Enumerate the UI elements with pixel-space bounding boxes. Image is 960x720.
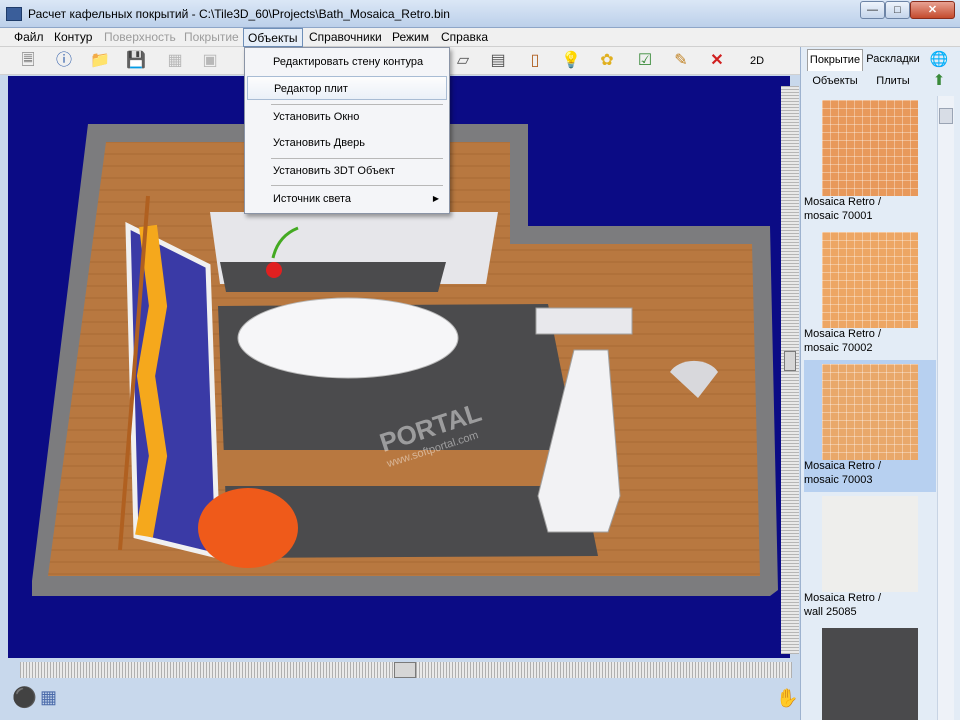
calculate-icon[interactable]: ✎ (670, 50, 692, 72)
menu-bar: Файл Контур Поверхность Покрытие Объекты… (0, 28, 960, 47)
up-arrow-icon[interactable]: ⬆ (927, 71, 951, 91)
tile-label: Mosaica Retro / mosaic 70003 (804, 459, 936, 487)
tile-label: Mosaica Retro / mosaic 70002 (804, 327, 936, 355)
radiator (535, 307, 633, 335)
tile-list: Mosaica Retro / mosaic 70001 Mosaica Retr… (804, 96, 936, 720)
status-bar: ⚫ ▦ ✋ (0, 680, 800, 720)
light-bulb-icon[interactable]: 💡 (560, 50, 582, 72)
vertical-scroll-thumb[interactable] (784, 351, 796, 371)
tile-label: Mosaica Retro / mosaic 70001 (804, 195, 936, 223)
pouf (198, 488, 298, 568)
menu-mode[interactable]: Режим (392, 30, 429, 44)
back-shelf (220, 262, 446, 292)
3d-mode-icon[interactable]: ⚫ (12, 686, 37, 710)
tile-swatch (822, 100, 918, 196)
tile-swatch (822, 628, 918, 720)
tile-collection: Mosaica Retro / (804, 592, 882, 604)
open-folder-icon[interactable]: 📁 (89, 50, 111, 72)
menu-set-door-label: Установить Дверь (273, 137, 365, 149)
tile-list-scrollbar[interactable] (937, 96, 954, 720)
tile-collection: Mosaica Retro / (804, 196, 882, 208)
tile-collection: Mosaica Retro / (804, 460, 882, 472)
light-edit-icon[interactable]: ✿ (596, 50, 618, 72)
checklist-icon[interactable]: ☑ (634, 50, 656, 72)
app-icon (6, 7, 22, 21)
tile-code: mosaic 70001 (804, 210, 873, 222)
menu-help[interactable]: Справка (441, 30, 488, 44)
vase (266, 262, 282, 278)
tile-card[interactable]: Mosaica Retro / mosaic 70002 (804, 228, 936, 360)
menu-covering[interactable]: Покрытие (184, 30, 239, 44)
info-icon[interactable]: ⓘ (53, 50, 75, 72)
menu-set-window[interactable]: Установить Окно (247, 105, 447, 129)
menu-edit-contour-wall-label: Редактировать стену контура (273, 56, 424, 68)
tab-covering[interactable]: Покрытие (807, 49, 863, 71)
maximize-button[interactable]: □ (885, 1, 910, 19)
menu-references[interactable]: Справочники (309, 30, 382, 44)
minimize-button[interactable]: — (860, 1, 885, 19)
picture-icon[interactable]: ▣ (199, 50, 221, 72)
grid-mode-icon[interactable]: ▦ (40, 686, 62, 708)
horizontal-scroll-thumb[interactable] (394, 662, 416, 678)
tile-card[interactable]: Mosaica Retro / mosaic 70001 (804, 96, 936, 228)
new-document-icon[interactable]: 🗏 (17, 50, 39, 72)
subtab-objects[interactable]: Объекты (807, 73, 863, 91)
menu-light-source[interactable]: Источник света ▶ (247, 187, 447, 211)
delete-icon[interactable]: ✕ (706, 50, 728, 72)
menu-set-3dt-object[interactable]: Установить 3DT Объект (247, 159, 447, 183)
view-2d-button[interactable]: 2D (744, 50, 770, 72)
tile-collection: Mosaica Retro / (804, 328, 882, 340)
grid-icon[interactable]: ▦ (164, 50, 186, 72)
save-icon[interactable]: 💾 (125, 50, 147, 72)
pan-hand-icon[interactable]: ✋ (776, 686, 798, 710)
menu-set-3dt-object-label: Установить 3DT Объект (273, 165, 395, 177)
tile-list-scroll-thumb[interactable] (939, 108, 953, 124)
tile-swatch (822, 232, 918, 328)
menu-set-door[interactable]: Установить Дверь (247, 131, 447, 155)
menu-tile-editor[interactable]: Редактор плит (247, 76, 447, 100)
close-button[interactable]: ✕ (910, 1, 955, 19)
menu-set-window-label: Установить Окно (273, 111, 360, 123)
menu-edit-contour-wall[interactable]: Редактировать стену контура (247, 50, 447, 74)
menu-tile-editor-label: Редактор плит (274, 83, 348, 95)
menu-surface[interactable]: Поверхность (104, 30, 176, 44)
globe-icon[interactable]: 🌐 (927, 50, 951, 70)
menu-contour[interactable]: Контур (54, 30, 92, 44)
window-title: Расчет кафельных покрытий - C:\Tile3D_60… (28, 7, 450, 21)
tile-code: mosaic 70002 (804, 342, 873, 354)
vertical-scrollbar[interactable] (781, 86, 799, 654)
menu-separator (271, 185, 443, 186)
objects-dropdown-menu: Редактировать стену контура Редактор пли… (244, 47, 450, 214)
tile-code: wall 25085 (804, 606, 857, 618)
menu-light-source-label: Источник света (273, 193, 352, 205)
tile-code: mosaic 70003 (804, 474, 873, 486)
panel-icon[interactable]: ▯ (524, 50, 546, 72)
title-bar: Расчет кафельных покрытий - C:\Tile3D_60… (0, 0, 960, 28)
tile-card[interactable]: Mosaica Retro / wall 25085 (804, 492, 936, 624)
tab-layouts[interactable]: Раскладки (864, 49, 922, 71)
tile-swatch (822, 364, 918, 460)
submenu-arrow-icon: ▶ (432, 194, 439, 203)
door-icon[interactable]: ▱ (452, 50, 474, 72)
tile-label: Mosaica Retro / wall 25085 (804, 591, 936, 619)
tile-card[interactable]: Mosaica Retro / mosaic 70003 (804, 360, 936, 492)
tile-card[interactable] (804, 624, 936, 720)
tile-swatch (822, 496, 918, 592)
menu-objects[interactable]: Объекты (243, 28, 303, 47)
window-icon[interactable]: ▤ (487, 50, 509, 72)
horizontal-scrollbar[interactable] (20, 662, 792, 678)
menu-file[interactable]: Файл (14, 30, 44, 44)
bathtub (237, 297, 459, 379)
subtab-tiles[interactable]: Плиты (867, 73, 919, 91)
